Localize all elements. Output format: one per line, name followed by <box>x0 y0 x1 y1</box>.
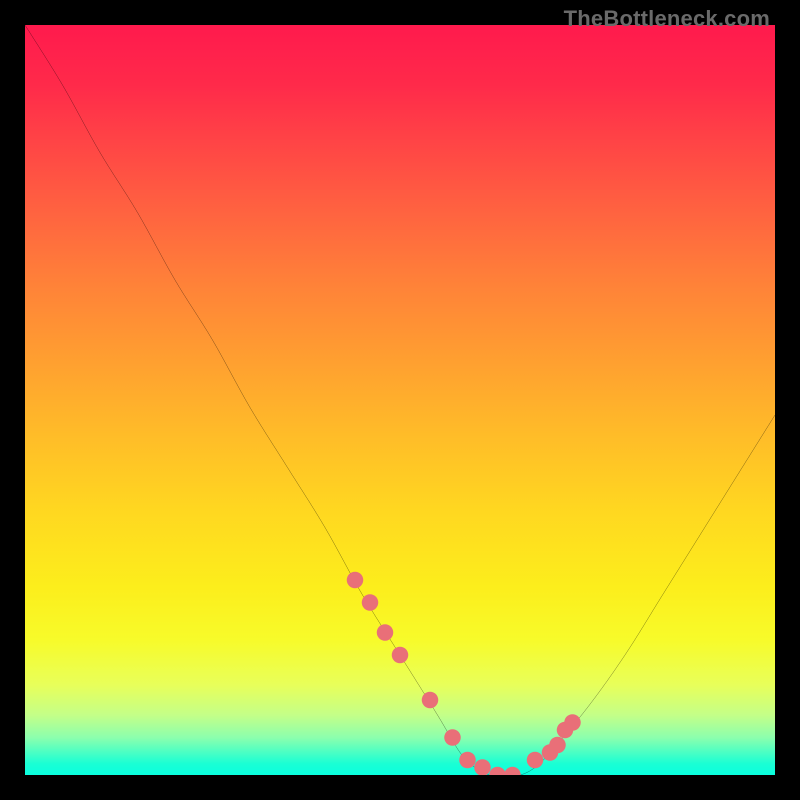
plot-area <box>25 25 775 775</box>
highlight-dot <box>392 647 409 664</box>
attribution-text: TheBottleneck.com <box>564 6 770 32</box>
highlight-dot <box>347 572 364 589</box>
highlight-dot <box>474 759 491 775</box>
highlight-dot <box>444 729 461 746</box>
highlight-dot <box>527 752 544 769</box>
highlight-dot <box>564 714 581 731</box>
highlight-dot <box>459 752 476 769</box>
highlight-dot <box>377 624 394 641</box>
highlight-dot <box>504 767 521 775</box>
highlight-dot <box>489 767 506 775</box>
highlight-dot <box>362 594 379 611</box>
curve-layer <box>25 25 775 775</box>
chart-container: TheBottleneck.com <box>0 0 800 800</box>
highlight-dot <box>549 737 566 754</box>
highlight-dots <box>347 572 581 775</box>
highlight-dot <box>422 692 439 709</box>
